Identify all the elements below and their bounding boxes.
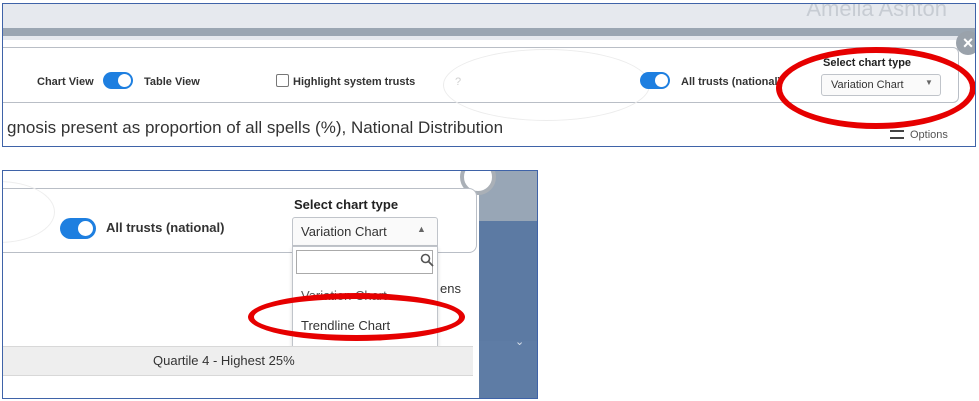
red-highlight-circle	[776, 47, 975, 129]
dropdown-search-input[interactable]	[296, 250, 433, 274]
menu-icon[interactable]	[890, 130, 904, 139]
highlight-system-trusts-label[interactable]: Highlight system trusts	[293, 76, 415, 88]
view-toggle[interactable]	[103, 72, 133, 89]
toggle-knob	[118, 74, 131, 87]
partial-label: ens	[440, 281, 461, 296]
close-icon[interactable]: ×	[956, 31, 975, 55]
toggle-knob	[78, 221, 93, 236]
all-trusts-label: All trusts (national)	[106, 220, 225, 235]
toggle-knob	[655, 74, 668, 87]
select-chart-type-label: Select chart type	[294, 197, 399, 212]
red-highlight-circle	[248, 293, 465, 341]
all-trusts-toggle[interactable]	[60, 218, 96, 239]
options-button[interactable]: Options	[910, 129, 948, 141]
faded-glyph: ?	[455, 76, 462, 88]
bottom-screenshot-panel: ⌄ All trusts (national) Select chart typ…	[2, 170, 538, 399]
header-band	[3, 28, 975, 36]
search-icon	[420, 253, 434, 267]
chart-title: gnosis present as proportion of all spel…	[7, 118, 504, 137]
background-area-mid	[479, 221, 537, 341]
top-screenshot-panel: Amelia Ashton Chart View Table View High…	[2, 3, 976, 147]
all-trusts-toggle[interactable]	[640, 72, 670, 89]
chart-view-label[interactable]: Chart View	[37, 76, 94, 88]
chevron-down-icon: ⌄	[515, 336, 525, 348]
all-trusts-label: All trusts (national)	[681, 76, 782, 88]
chart-type-select-value: Variation Chart	[301, 224, 387, 239]
user-name: Amelia Ashton	[806, 3, 947, 21]
quartile-label: Quartile 4 - Highest 25%	[153, 353, 295, 368]
highlight-system-trusts-checkbox[interactable]	[276, 74, 289, 87]
faded-oval	[443, 49, 650, 121]
table-view-label[interactable]: Table View	[144, 76, 200, 88]
caret-up-icon: ▲	[417, 224, 426, 234]
background-area-low	[479, 341, 537, 398]
